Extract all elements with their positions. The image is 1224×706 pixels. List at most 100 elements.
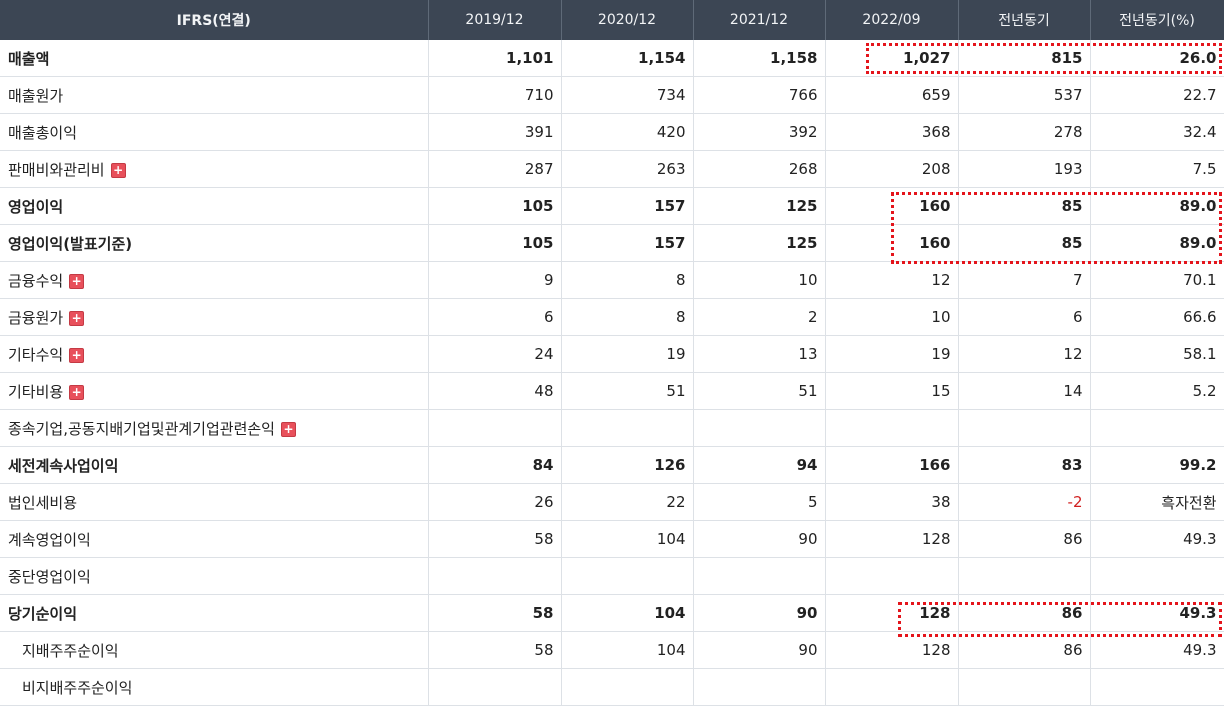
value-cell: 10 [693, 261, 826, 299]
value-cell [958, 668, 1091, 706]
value-cell: 19 [561, 335, 694, 373]
table-row: 영업이익(발표기준) 105 157 125 160 85 89.0 [0, 224, 1224, 262]
value-cell: 10 [825, 298, 959, 336]
table-row: 영업이익 105 157 125 160 85 89.0 [0, 187, 1224, 225]
value-cell: 104 [561, 520, 694, 558]
row-label-cell[interactable]: 기타비용 + [0, 372, 429, 410]
row-label-cell[interactable]: 금융원가 + [0, 298, 429, 336]
value-cell: 15 [825, 372, 959, 410]
value-cell: 126 [561, 446, 694, 484]
value-cell: 58 [428, 520, 562, 558]
value-cell: 58 [428, 631, 562, 669]
value-cell: 1,027 [825, 40, 959, 77]
table-row: 중단영업이익 [0, 557, 1224, 595]
value-cell [958, 557, 1091, 595]
value-cell [825, 557, 959, 595]
value-cell: 734 [561, 76, 694, 114]
expand-plus-icon[interactable]: + [69, 273, 85, 289]
row-label: 영업이익(발표기준) [8, 234, 133, 253]
value-cell [561, 557, 694, 595]
value-cell: 208 [825, 150, 959, 188]
value-cell: 90 [693, 631, 826, 669]
value-cell: 1,154 [561, 40, 694, 77]
value-cell: 6 [958, 298, 1091, 336]
value-cell: 49.3 [1090, 631, 1224, 669]
value-cell: 94 [693, 446, 826, 484]
row-label-cell: 법인세비용 [0, 483, 429, 521]
value-cell: 391 [428, 113, 562, 151]
header-ifrs: IFRS(연결) [0, 0, 429, 40]
value-cell [428, 409, 562, 447]
value-cell: 7.5 [1090, 150, 1224, 188]
row-label-cell[interactable]: 기타수익 + [0, 335, 429, 373]
row-label-cell: 지배주주순이익 [0, 631, 429, 669]
value-cell: 66.6 [1090, 298, 1224, 336]
table-row: 판매비와관리비 +287 263 268 208 193 7.5 [0, 150, 1224, 188]
expand-plus-icon[interactable]: + [110, 162, 126, 178]
value-cell: 12 [958, 335, 1091, 373]
value-cell: 287 [428, 150, 562, 188]
value-cell [1090, 409, 1224, 447]
value-cell: 13 [693, 335, 826, 373]
expand-plus-icon[interactable]: + [69, 384, 85, 400]
value-cell [825, 668, 959, 706]
value-cell [428, 557, 562, 595]
value-cell: 9 [428, 261, 562, 299]
value-cell: 392 [693, 113, 826, 151]
table-row: 매출총이익 391 420 392 368 278 32.4 [0, 113, 1224, 151]
value-cell: 90 [693, 594, 826, 632]
table-row: 금융원가 +6 8 2 10 6 66.6 [0, 298, 1224, 336]
row-label: 매출액 [8, 49, 50, 68]
header-2022-09: 2022/09 [825, 0, 959, 40]
value-cell: 32.4 [1090, 113, 1224, 151]
table-row: 세전계속사업이익 84 126 94 166 83 99.2 [0, 446, 1224, 484]
value-cell: 86 [958, 631, 1091, 669]
value-cell: 125 [693, 224, 826, 262]
expand-plus-icon[interactable]: + [69, 347, 85, 363]
value-cell: 12 [825, 261, 959, 299]
row-label: 지배주주순이익 [22, 641, 119, 660]
value-cell: 51 [561, 372, 694, 410]
expand-plus-icon[interactable]: + [280, 421, 296, 437]
row-label-cell: 비지배주주순이익 [0, 668, 429, 706]
row-label-cell[interactable]: 판매비와관리비 + [0, 150, 429, 188]
row-label-cell: 중단영업이익 [0, 557, 429, 595]
value-cell: 193 [958, 150, 1091, 188]
value-cell: 128 [825, 520, 959, 558]
value-cell: 268 [693, 150, 826, 188]
value-cell: 89.0 [1090, 187, 1224, 225]
row-label-cell[interactable]: 금융수익 + [0, 261, 429, 299]
table-row: 비지배주주순이익 [0, 668, 1224, 706]
value-cell: 90 [693, 520, 826, 558]
row-label-cell: 영업이익(발표기준) [0, 224, 429, 262]
value-cell [561, 409, 694, 447]
value-cell: 83 [958, 446, 1091, 484]
expand-plus-icon[interactable]: + [69, 310, 85, 326]
row-label-cell: 세전계속사업이익 [0, 446, 429, 484]
value-cell: 105 [428, 187, 562, 225]
header-2020-12: 2020/12 [561, 0, 694, 40]
row-label: 매출원가 [8, 86, 64, 105]
value-cell: 6 [428, 298, 562, 336]
value-cell: 5 [693, 483, 826, 521]
row-label: 판매비와관리비 [8, 160, 105, 179]
row-label-cell[interactable]: 종속기업,공동지배기업및관계기업관련손익 + [0, 409, 429, 447]
row-label: 영업이익 [8, 197, 64, 216]
value-cell: 58.1 [1090, 335, 1224, 373]
value-cell: 157 [561, 224, 694, 262]
row-label: 종속기업,공동지배기업및관계기업관련손익 [8, 419, 275, 438]
value-cell: 99.2 [1090, 446, 1224, 484]
row-label-cell: 매출원가 [0, 76, 429, 114]
value-cell: 537 [958, 76, 1091, 114]
row-label: 금융수익 [8, 271, 64, 290]
value-cell: 105 [428, 224, 562, 262]
value-cell: 128 [825, 594, 959, 632]
value-cell: 38 [825, 483, 959, 521]
value-cell: 278 [958, 113, 1091, 151]
header-2021-12: 2021/12 [693, 0, 826, 40]
value-cell: -2 [958, 483, 1091, 521]
value-cell: 420 [561, 113, 694, 151]
value-cell: 160 [825, 187, 959, 225]
value-cell: 48 [428, 372, 562, 410]
value-cell: 85 [958, 187, 1091, 225]
